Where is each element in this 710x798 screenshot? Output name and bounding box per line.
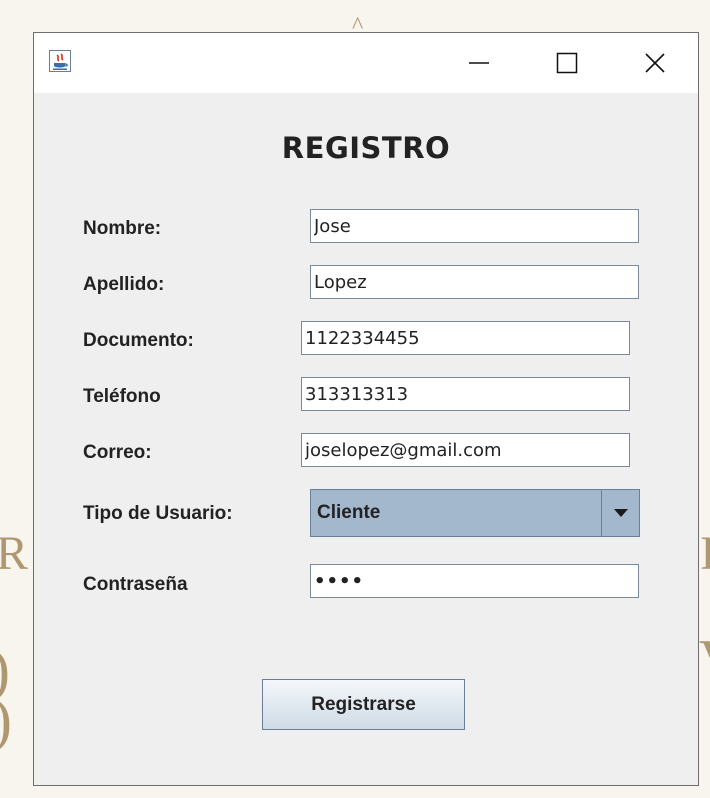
email-input[interactable] bbox=[301, 433, 630, 467]
triangle-down-icon bbox=[613, 509, 628, 517]
close-button[interactable] bbox=[616, 33, 694, 93]
minimize-button[interactable] bbox=[440, 33, 518, 93]
form-title: REGISTRO bbox=[281, 131, 451, 165]
register-button[interactable]: Registrarse bbox=[262, 679, 465, 730]
surname-label: Apellido: bbox=[83, 274, 165, 295]
password-input[interactable] bbox=[310, 564, 639, 598]
phone-label: Teléfono bbox=[83, 386, 161, 407]
user-type-select[interactable]: Cliente bbox=[310, 489, 640, 537]
document-label: Documento: bbox=[83, 330, 194, 351]
document-input[interactable] bbox=[301, 321, 630, 355]
close-icon bbox=[645, 53, 665, 73]
user-type-selected-value: Cliente bbox=[317, 502, 381, 523]
maximize-icon bbox=[556, 52, 578, 74]
name-label: Nombre: bbox=[83, 218, 162, 239]
phone-input[interactable] bbox=[301, 377, 630, 411]
dropdown-button[interactable] bbox=[601, 490, 639, 536]
minimize-icon bbox=[469, 62, 489, 64]
background-glyph: ) bbox=[0, 690, 12, 750]
background-glyph: V bbox=[699, 632, 710, 688]
name-input[interactable] bbox=[310, 209, 639, 243]
surname-input[interactable] bbox=[310, 265, 639, 299]
title-bar[interactable] bbox=[34, 33, 698, 93]
background-glyph: I bbox=[700, 527, 710, 580]
email-label: Correo: bbox=[83, 442, 152, 463]
background-glyph: R bbox=[0, 527, 29, 580]
registration-window: REGISTRO Nombre: Apellido: Documento: Te… bbox=[33, 32, 699, 786]
user-type-label: Tipo de Usuario: bbox=[83, 503, 233, 524]
password-label: Contraseña bbox=[83, 574, 188, 595]
maximize-button[interactable] bbox=[528, 33, 606, 93]
java-icon[interactable] bbox=[49, 50, 71, 72]
